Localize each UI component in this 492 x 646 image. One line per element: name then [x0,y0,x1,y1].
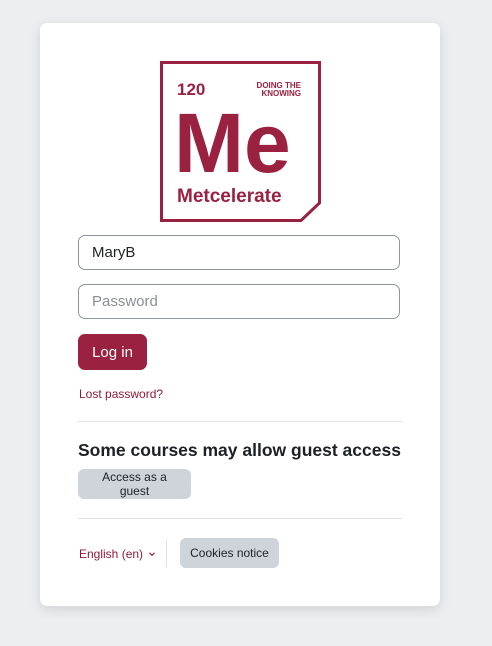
logo-name: Metcelerate [177,186,282,207]
language-label: English (en) [79,547,144,561]
guest-access-heading: Some courses may allow guest access [78,440,401,460]
access-as-guest-button[interactable]: Access as a guest [78,469,191,499]
username-input[interactable] [78,235,400,270]
login-card: 120 DOING THE KNOWING Me Metcelerate Log… [40,23,440,606]
metcelerate-logo: 120 DOING THE KNOWING Me Metcelerate [160,61,321,222]
cookies-notice-button[interactable]: Cookies notice [180,538,279,568]
divider [78,518,402,519]
language-menu[interactable]: English (en) [79,547,156,561]
lost-password-link[interactable]: Lost password? [79,387,163,401]
login-button[interactable]: Log in [78,334,147,370]
logo-symbol: Me [174,96,291,190]
chevron-down-icon [149,552,155,557]
divider [78,421,402,422]
password-input[interactable] [78,284,400,319]
footer-separator [166,540,167,567]
